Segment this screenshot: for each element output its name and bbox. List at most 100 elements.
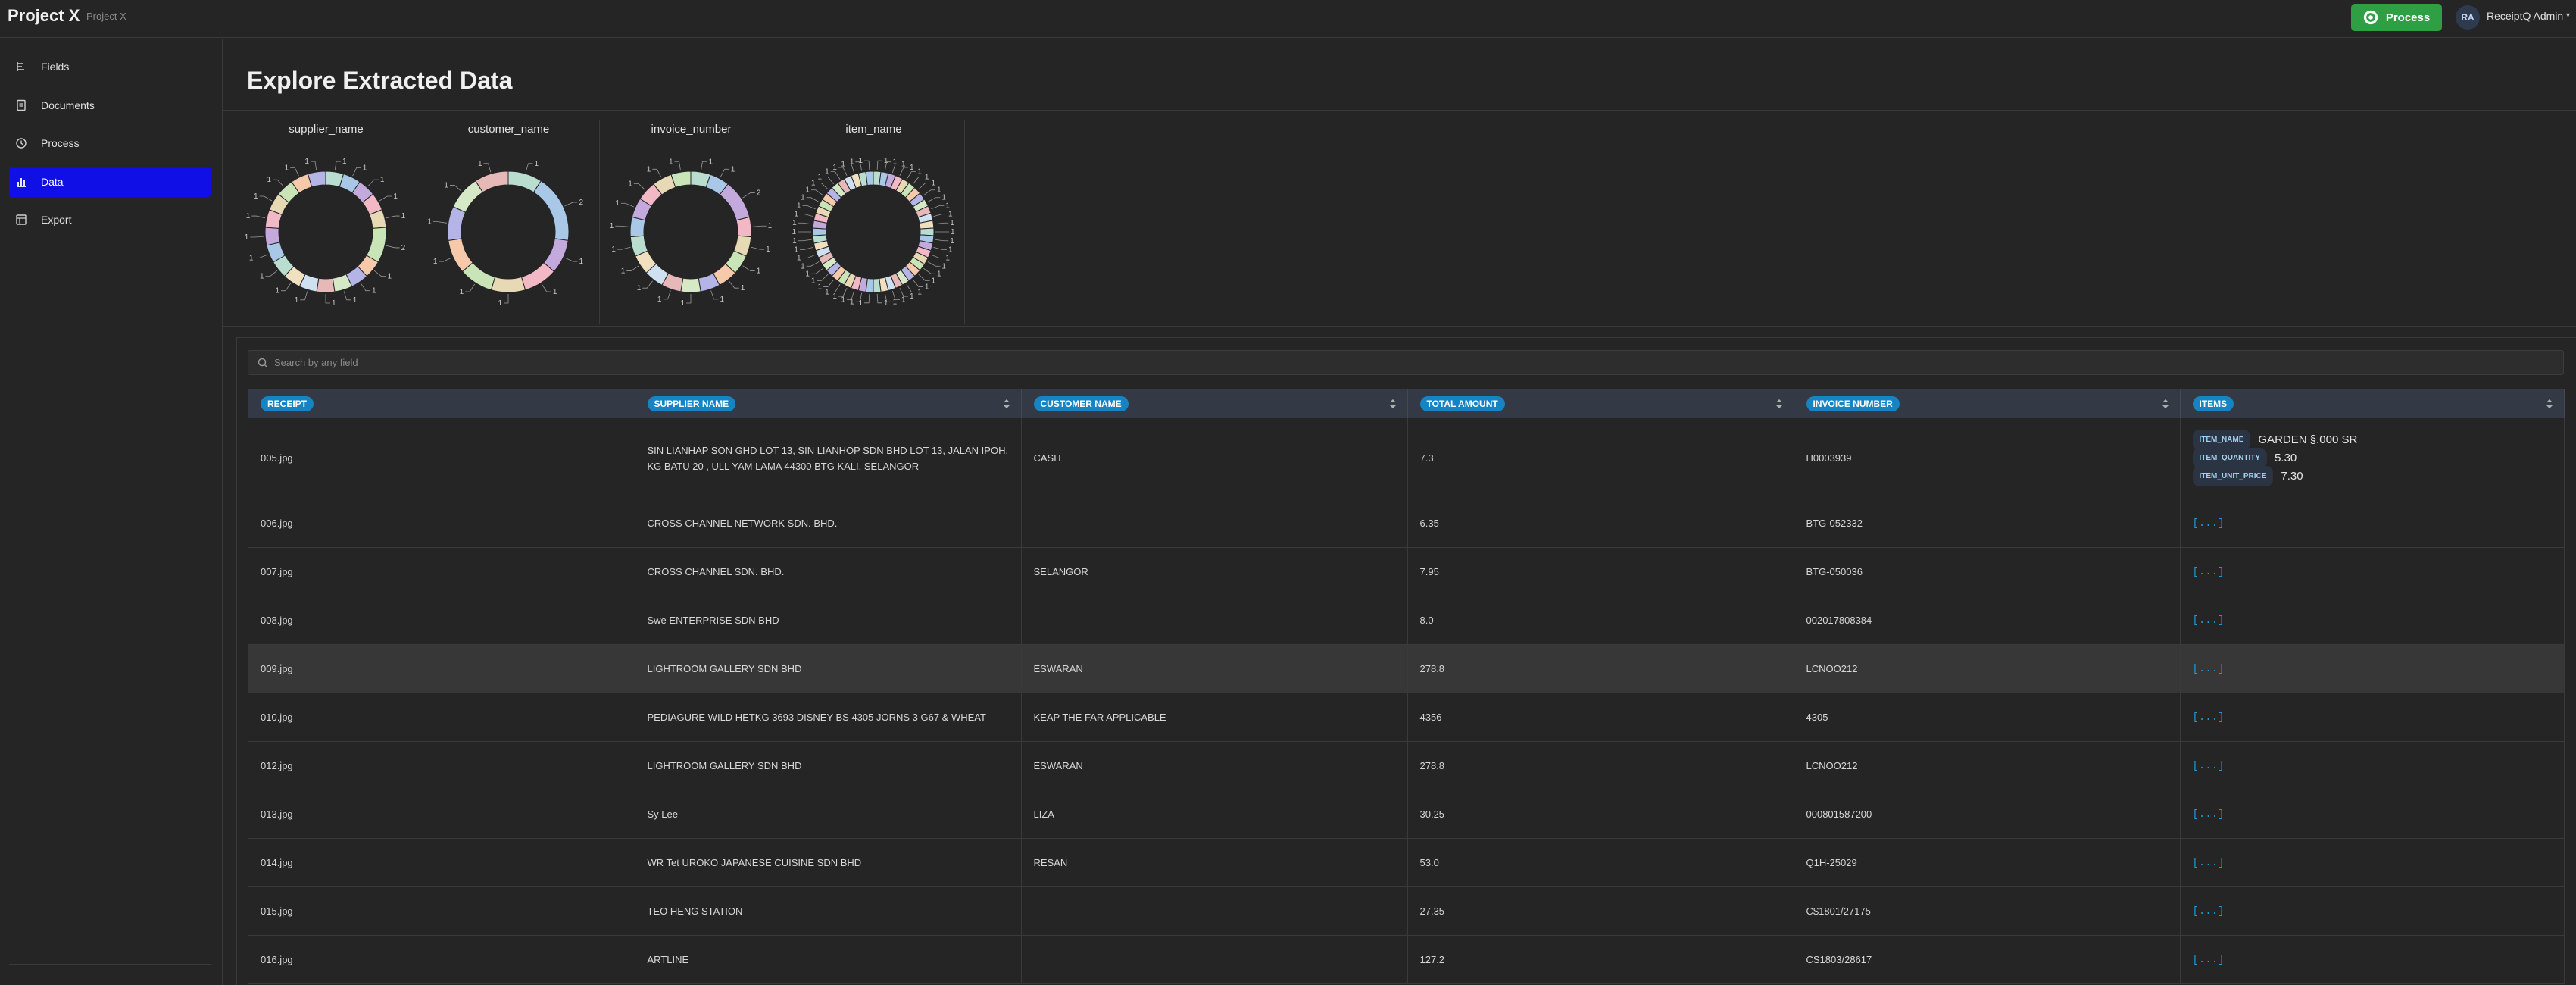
sidebar-item-export[interactable]: Export	[9, 205, 211, 235]
cell-invoice: C$1801/27175	[1794, 886, 2181, 936]
expand-items-link[interactable]: [...]	[2193, 711, 2225, 724]
donut-slice[interactable]	[873, 277, 882, 293]
donut-slice[interactable]	[719, 183, 751, 221]
sort-icon[interactable]	[1775, 399, 1783, 409]
cell-receipt: 016.jpg	[248, 935, 635, 984]
column-header-invoice-number[interactable]: INVOICE NUMBER	[1794, 389, 2181, 418]
slice-value-label: 1	[621, 267, 626, 275]
table-row[interactable]: 005.jpg SIN LIANHAP SON GHD LOT 13, SIN …	[248, 418, 2565, 499]
chevron-down-icon[interactable]: ▾	[2566, 11, 2570, 20]
expand-items-link[interactable]: [...]	[2193, 663, 2225, 675]
sidebar-item-fields[interactable]: Fields	[9, 52, 211, 82]
slice-value-label: 1	[275, 287, 279, 296]
expand-items-link[interactable]: [...]	[2193, 954, 2225, 966]
item-value: 5.30	[2275, 452, 2297, 465]
slice-value-label: 1	[794, 211, 798, 219]
expand-items-link[interactable]: [...]	[2193, 905, 2225, 918]
cell-customer	[1021, 886, 1408, 936]
slice-leader-line	[310, 161, 317, 170]
slice-value-label: 1	[859, 299, 863, 308]
sidebar-item-data[interactable]: Data	[9, 167, 211, 197]
donut-chart[interactable]: 1 2 1 1 1 1 1 1 1 1	[417, 142, 600, 321]
expand-items-link[interactable]: [...]	[2193, 760, 2225, 772]
slice-value-label: 1	[945, 255, 950, 263]
donut-chart[interactable]: 1 1 1 1111111111111111111111111111111111111…	[782, 142, 965, 321]
sort-icon[interactable]	[1003, 399, 1010, 409]
table-row[interactable]: 009.jpg LIGHTROOM GALLERY SDN BHD ESWARA…	[248, 644, 2565, 693]
donut-slice[interactable]	[920, 227, 935, 236]
sidebar-item-documents[interactable]: Documents	[9, 90, 211, 120]
table-row[interactable]: 012.jpg LIGHTROOM GALLERY SDN BHD ESWARA…	[248, 741, 2565, 790]
expand-items-link[interactable]: [...]	[2193, 808, 2225, 821]
slice-leader-line	[912, 279, 923, 287]
sidebar-item-label: Documents	[41, 99, 95, 111]
slice-leader-line	[752, 225, 767, 227]
table-row[interactable]: 013.jpg Sy Lee LIZA 30.25 000801587200 […	[248, 790, 2565, 839]
column-header-receipt: RECEIPT	[248, 389, 635, 418]
donut-slice[interactable]	[812, 227, 827, 236]
donut-slice[interactable]	[532, 180, 570, 241]
cell-invoice: LCNOO212	[1794, 741, 2181, 790]
donut-chart[interactable]: 1 1 2 1 1 1 1 1 1 1 1 1 1 1 1 1 1 1	[600, 142, 782, 321]
donut-slice[interactable]	[680, 277, 701, 293]
avatar[interactable]: RA	[2456, 5, 2480, 30]
slice-value-label: 1	[901, 296, 906, 304]
table-row[interactable]: 015.jpg TEO HENG STATION 27.35 C$1801/27…	[248, 886, 2565, 936]
slice-value-label: 1	[304, 158, 309, 166]
sort-icon[interactable]	[1389, 399, 1397, 409]
search-box[interactable]	[248, 350, 2564, 375]
table-row[interactable]: 010.jpg PEDIAGURE WILD HETKG 3693 DISNEY…	[248, 693, 2565, 742]
cell-total: 278.8	[1407, 741, 1794, 790]
slice-value-label: 1	[917, 288, 922, 296]
sort-icon[interactable]	[2162, 399, 2169, 409]
table-row[interactable]: 014.jpg WR Tet UROKO JAPANESE CUISINE SD…	[248, 838, 2565, 887]
document-icon	[15, 99, 27, 111]
slice-leader-line	[864, 293, 870, 304]
sort-icon[interactable]	[2546, 399, 2553, 409]
sidebar-item-label: Fields	[41, 61, 70, 73]
donut-slice[interactable]	[316, 277, 336, 293]
data-table: RECEIPT SUPPLIER NAME CUSTOMER NAME TOTA…	[248, 389, 2565, 984]
search-input[interactable]	[274, 351, 2546, 374]
cell-items: [...]	[2180, 935, 2565, 984]
donut-slice[interactable]	[447, 206, 467, 241]
slice-leader-line	[259, 195, 273, 202]
table-row[interactable]: 008.jpg Swe ENTERPRISE SDN BHD 8.0 00201…	[248, 596, 2565, 645]
sidebar-item-process[interactable]: Process	[9, 128, 211, 158]
expand-items-link[interactable]: [...]	[2193, 614, 2225, 627]
table-row[interactable]: 007.jpg CROSS CHANNEL SDN. BHD. SELANGOR…	[248, 547, 2565, 596]
slice-value-label: 2	[579, 199, 584, 207]
slice-value-label: 1	[249, 254, 254, 262]
expand-items-link[interactable]: [...]	[2193, 566, 2225, 578]
expand-items-link[interactable]: [...]	[2193, 857, 2225, 869]
donut-slice[interactable]	[490, 276, 526, 293]
expand-items-link[interactable]: [...]	[2193, 518, 2225, 530]
process-button[interactable]: Process	[2351, 4, 2442, 31]
slice-leader-line	[912, 177, 923, 185]
slice-leader-line	[373, 270, 386, 277]
donut-chart[interactable]: 11111211111111111111	[235, 142, 417, 321]
export-icon	[15, 214, 27, 226]
table-row[interactable]: 016.jpg ARTLINE 127.2 CS1803/28617 [...]	[248, 935, 2565, 984]
cell-invoice: 4305	[1794, 693, 2181, 742]
user-menu[interactable]: ReceiptQ Admin	[2487, 10, 2563, 22]
slice-leader-line	[817, 183, 829, 190]
table-row[interactable]: 006.jpg CROSS CHANNEL NETWORK SDN. BHD. …	[248, 499, 2565, 548]
cell-total: 30.25	[1407, 790, 1794, 839]
cell-total: 53.0	[1407, 838, 1794, 887]
cell-supplier: CROSS CHANNEL SDN. BHD.	[635, 547, 1022, 596]
column-header-customer-name[interactable]: CUSTOMER NAME	[1021, 389, 1408, 418]
column-header-supplier-name[interactable]: SUPPLIER NAME	[635, 389, 1022, 418]
donut-slice[interactable]	[264, 227, 281, 246]
slice-leader-line	[918, 183, 930, 190]
slice-leader-line	[927, 197, 941, 202]
donut-slice[interactable]	[735, 216, 752, 238]
cell-invoice: BTG-050036	[1794, 547, 2181, 596]
column-header-items[interactable]: ITEMS	[2180, 389, 2565, 418]
cell-receipt: 008.jpg	[248, 596, 635, 645]
donut-slice[interactable]	[475, 170, 509, 193]
column-header-total-amount[interactable]: TOTAL AMOUNT	[1407, 389, 1794, 418]
donut-slice[interactable]	[865, 170, 874, 186]
cell-customer: CASH	[1021, 418, 1408, 499]
cell-total: 6.35	[1407, 499, 1794, 548]
